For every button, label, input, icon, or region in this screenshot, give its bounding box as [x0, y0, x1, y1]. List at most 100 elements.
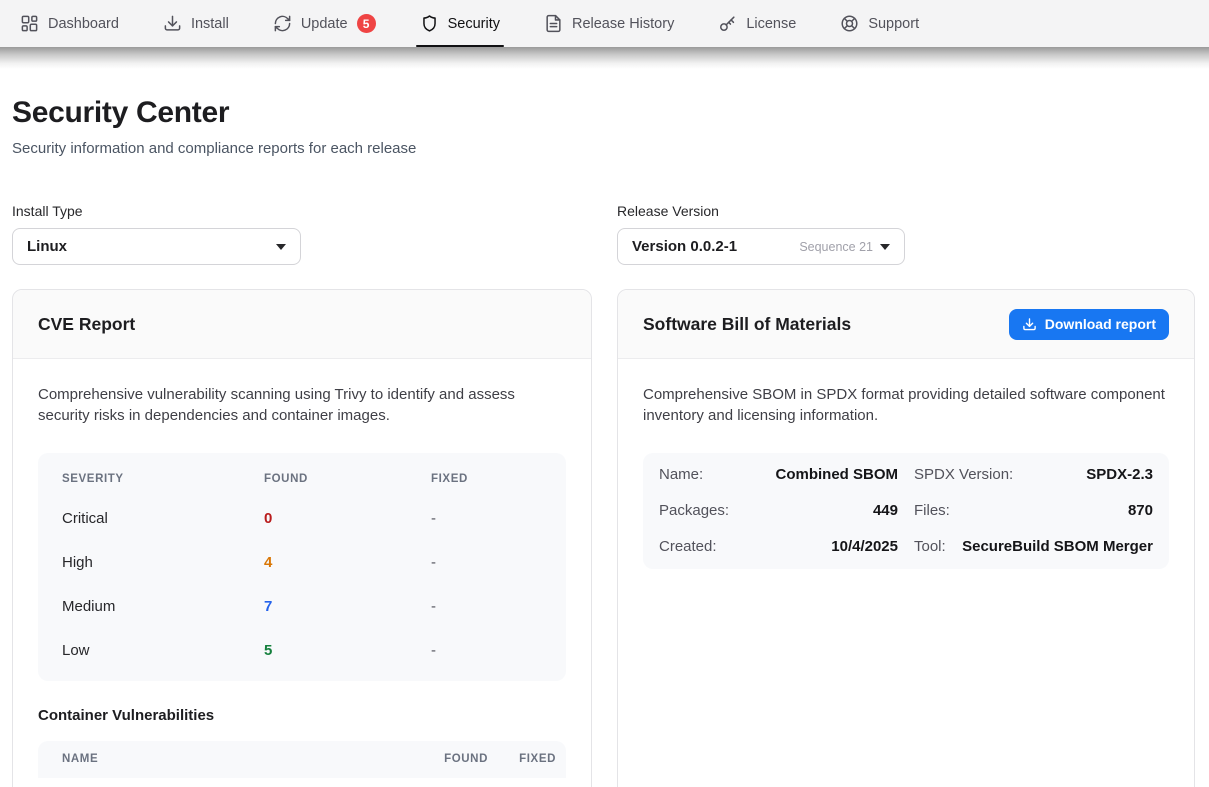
install-type-label: Install Type — [12, 203, 592, 219]
nav-label: Support — [868, 16, 919, 32]
cve-report-card: CVE Report Comprehensive vulnerability s… — [12, 289, 592, 787]
nav-label: License — [746, 16, 796, 32]
fixed-count: - — [431, 510, 542, 527]
table-row-critical: Critical 0 - — [38, 497, 566, 541]
sbom-field-spdx-version: SPDX Version: SPDX-2.3 — [914, 466, 1153, 483]
severity-name: Critical — [62, 510, 264, 527]
col-found: FOUND — [264, 473, 431, 485]
field-value: 870 — [1128, 502, 1153, 519]
nav-item-release-history[interactable]: Release History — [534, 0, 684, 47]
nav-item-support[interactable]: Support — [830, 0, 929, 47]
table-row-low: Low 5 - — [38, 629, 566, 673]
sequence-label: Sequence 21 — [799, 240, 873, 254]
field-label: Packages: — [659, 502, 729, 519]
sbom-field-files: Files: 870 — [914, 502, 1153, 519]
col-fixed: FIXED — [431, 473, 542, 485]
nav-label: Install — [191, 16, 229, 32]
file-text-icon — [544, 14, 563, 33]
nav-item-security[interactable]: Security — [410, 0, 510, 47]
refresh-icon — [273, 14, 292, 33]
nav-label: Release History — [572, 16, 674, 32]
sbom-field-created: Created: 10/4/2025 — [659, 538, 898, 555]
download-report-button[interactable]: Download report — [1009, 309, 1169, 340]
lifebuoy-icon — [840, 14, 859, 33]
chevron-down-icon — [880, 244, 890, 250]
col-name: NAME — [62, 753, 408, 765]
main-content: Security Center Security information and… — [0, 96, 1209, 787]
nav-label: Update — [301, 16, 348, 32]
container-vulnerabilities-table: NAME FOUND FIXED — [38, 741, 566, 778]
severity-table-header: SEVERITY FOUND FIXED — [38, 461, 566, 497]
cve-card-body: Comprehensive vulnerability scanning usi… — [13, 359, 591, 787]
found-count: 5 — [264, 642, 431, 659]
sbom-field-packages: Packages: 449 — [659, 502, 898, 519]
field-label: SPDX Version: — [914, 466, 1013, 483]
install-type-filter: Install Type Linux — [12, 203, 592, 265]
dashboard-grid-icon — [20, 14, 39, 33]
field-label: Name: — [659, 466, 703, 483]
release-version-filter: Release Version Version 0.0.2-1 Sequence… — [617, 203, 1195, 265]
nav-item-update[interactable]: Update 5 — [263, 0, 386, 47]
nav-item-license[interactable]: License — [708, 0, 806, 47]
col-severity: SEVERITY — [62, 473, 264, 485]
key-icon — [718, 14, 737, 33]
download-icon — [163, 14, 182, 33]
filters-row: Install Type Linux Release Version Versi… — [12, 203, 1195, 265]
field-value: SPDX-2.3 — [1086, 466, 1153, 483]
sbom-card-body: Comprehensive SBOM in SPDX format provid… — [618, 359, 1194, 594]
col-found: FOUND — [408, 753, 488, 765]
chevron-down-icon — [276, 244, 286, 250]
field-label: Tool: — [914, 538, 946, 555]
sbom-info-row: Name: Combined SBOM SPDX Version: SPDX-2… — [659, 457, 1153, 493]
page-title: Security Center — [12, 96, 1195, 130]
table-row-high: High 4 - — [38, 541, 566, 585]
fixed-count: - — [431, 642, 542, 659]
field-label: Created: — [659, 538, 717, 555]
severity-name: Medium — [62, 598, 264, 615]
cve-description: Comprehensive vulnerability scanning usi… — [38, 384, 566, 427]
found-count: 4 — [264, 554, 431, 571]
fixed-count: - — [431, 554, 542, 571]
sbom-field-tool: Tool: SecureBuild SBOM Merger — [914, 538, 1153, 555]
sbom-card-header: Software Bill of Materials Download repo… — [618, 290, 1194, 359]
release-version-select[interactable]: Version 0.0.2-1 Sequence 21 — [617, 228, 905, 265]
nav-shadow-divider — [0, 47, 1209, 69]
field-value: 449 — [873, 502, 898, 519]
install-type-select[interactable]: Linux — [12, 228, 301, 265]
install-type-value: Linux — [27, 238, 67, 255]
field-value: Combined SBOM — [776, 466, 899, 483]
sbom-field-name: Name: Combined SBOM — [659, 466, 898, 483]
nav-label: Security — [448, 16, 500, 32]
found-count: 7 — [264, 598, 431, 615]
severity-name: Low — [62, 642, 264, 659]
severity-table: SEVERITY FOUND FIXED Critical 0 - High 4… — [38, 453, 566, 681]
active-tab-underline — [416, 45, 504, 48]
nav-item-dashboard[interactable]: Dashboard — [10, 0, 129, 47]
cve-card-header: CVE Report — [13, 290, 591, 359]
table-row-medium: Medium 7 - — [38, 585, 566, 629]
sbom-info-row: Packages: 449 Files: 870 — [659, 493, 1153, 529]
top-navigation: Dashboard Install Update 5 Security — [0, 0, 1209, 47]
sbom-info-panel: Name: Combined SBOM SPDX Version: SPDX-2… — [643, 453, 1169, 569]
container-vulnerabilities-title: Container Vulnerabilities — [38, 707, 566, 724]
sbom-description: Comprehensive SBOM in SPDX format provid… — [643, 384, 1169, 427]
field-label: Files: — [914, 502, 950, 519]
download-button-label: Download report — [1045, 316, 1156, 332]
release-version-value: Version 0.0.2-1 — [632, 238, 737, 255]
sbom-info-row: Created: 10/4/2025 Tool: SecureBuild SBO… — [659, 529, 1153, 565]
nav-label: Dashboard — [48, 16, 119, 32]
sbom-card: Software Bill of Materials Download repo… — [617, 289, 1195, 787]
container-table-header: NAME FOUND FIXED — [38, 741, 566, 778]
field-value: 10/4/2025 — [831, 538, 898, 555]
page-subtitle: Security information and compliance repo… — [12, 140, 1195, 157]
sbom-card-title: Software Bill of Materials — [643, 314, 851, 335]
fixed-count: - — [431, 598, 542, 615]
field-value: SecureBuild SBOM Merger — [962, 538, 1153, 555]
severity-name: High — [62, 554, 264, 571]
found-count: 0 — [264, 510, 431, 527]
update-count-badge: 5 — [357, 14, 376, 33]
nav-item-install[interactable]: Install — [153, 0, 239, 47]
shield-icon — [420, 14, 439, 33]
release-version-label: Release Version — [617, 203, 1195, 219]
download-icon — [1022, 317, 1037, 332]
